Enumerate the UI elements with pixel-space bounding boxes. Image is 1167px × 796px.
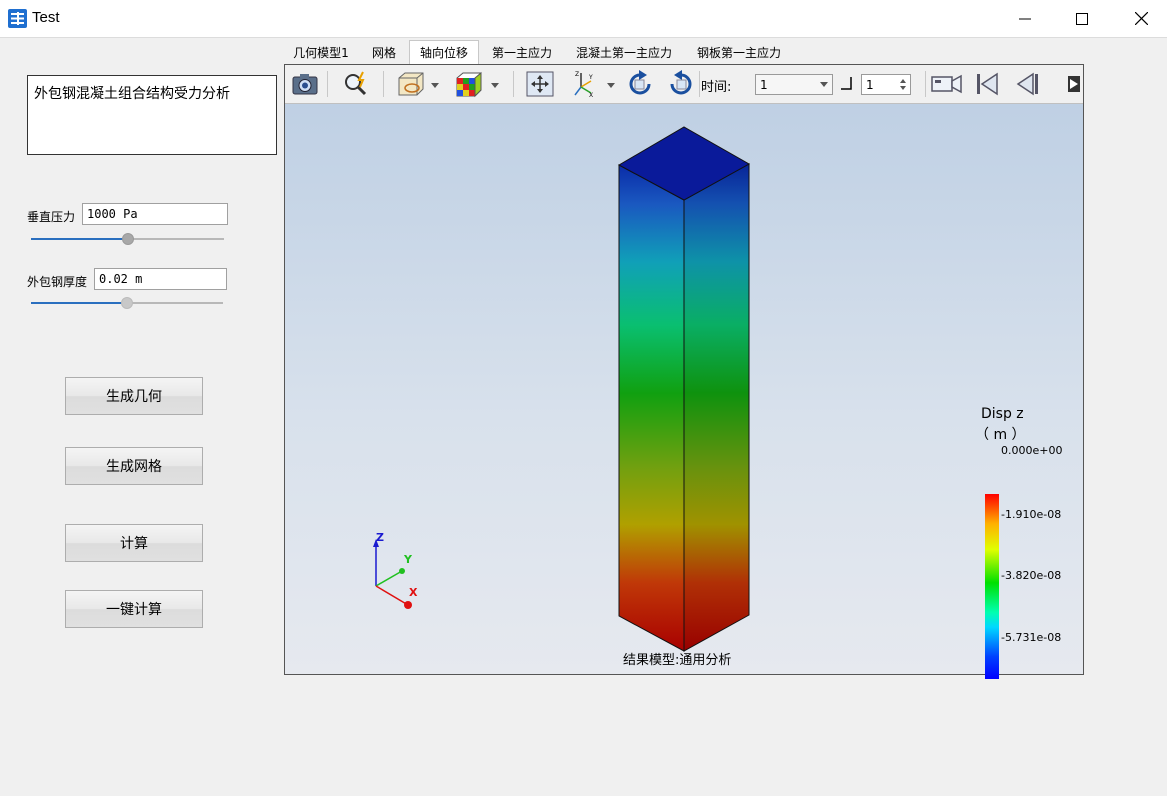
fit-view-icon[interactable] — [525, 69, 555, 99]
vertical-pressure-slider[interactable] — [31, 232, 224, 246]
slider-fill — [31, 238, 128, 240]
minimize-icon — [1019, 18, 1031, 19]
generate-mesh-button[interactable]: 生成网格 — [65, 447, 203, 485]
result-viewer: Z Y X 时间: 1 1 Z Y X Disp z （ m ） 0.000e+… — [284, 64, 1084, 679]
toolbar-separator — [327, 71, 328, 97]
rotate-ccw-icon[interactable] — [666, 69, 696, 99]
compute-button[interactable]: 计算 — [65, 524, 203, 562]
slider-fill — [31, 302, 127, 304]
toolbar-separator — [383, 71, 384, 97]
title-bar: Test — [0, 0, 1167, 38]
legend-title: Disp z — [981, 406, 1024, 422]
record-icon[interactable] — [931, 69, 963, 99]
maximize-icon — [1076, 12, 1088, 25]
color-cube-icon[interactable] — [453, 69, 503, 99]
tab-concrete-first-principal-stress[interactable]: 混凝土第一主应力 — [569, 40, 679, 64]
axes-icon[interactable]: Z Y X — [569, 69, 615, 99]
axis-y-label: Y — [404, 553, 412, 566]
spin-arrows-icon[interactable] — [899, 77, 907, 92]
svg-text:Y: Y — [588, 74, 593, 81]
first-frame-icon[interactable] — [973, 69, 1001, 99]
steel-thickness-slider[interactable] — [31, 296, 223, 310]
tab-axial-displacement[interactable]: 轴向位移 — [409, 40, 479, 64]
legend-unit: （ m ） — [975, 427, 1026, 443]
display-mode-icon[interactable] — [395, 69, 441, 99]
steel-thickness-input[interactable] — [94, 268, 227, 290]
tab-first-principal-stress[interactable]: 第一主应力 — [485, 40, 559, 64]
app-logo-icon — [8, 9, 27, 28]
viewer-toolbar: Z Y X 时间: 1 1 — [285, 65, 1083, 104]
close-button[interactable] — [1118, 0, 1164, 37]
3d-viewport[interactable]: Z Y X Disp z （ m ） 0.000e+00 -1.910e-08 … — [285, 104, 1083, 679]
time-select-value: 1 — [760, 78, 768, 92]
step-icon — [841, 77, 852, 90]
axis-z-label: Z — [376, 531, 384, 544]
step-value: 1 — [866, 78, 874, 92]
legend-tick-min: -5.731e-08 — [1001, 631, 1062, 644]
description-text: 外包钢混凝土组合结构受力分析 — [34, 86, 230, 102]
window-title: Test — [32, 9, 60, 26]
next-frame-icon[interactable] — [1067, 69, 1081, 99]
close-icon — [1134, 12, 1148, 25]
rotate-cw-icon[interactable] — [625, 69, 655, 99]
color-legend-bar — [985, 494, 999, 679]
one-click-compute-button[interactable]: 一键计算 — [65, 590, 203, 628]
legend-tick-max: 0.000e+00 — [1001, 444, 1063, 457]
zoom-icon[interactable] — [341, 69, 371, 99]
steel-thickness-label: 外包钢厚度 — [27, 275, 88, 289]
minimize-button[interactable] — [1002, 0, 1048, 37]
time-select[interactable]: 1 — [755, 74, 833, 95]
slider-handle[interactable] — [122, 233, 134, 245]
chevron-down-icon — [820, 82, 828, 87]
model-caption: 结果模型:通用分析 — [623, 653, 732, 668]
time-label: 时间: — [701, 80, 732, 95]
maximize-button[interactable] — [1059, 0, 1105, 37]
toolbar-separator — [925, 71, 926, 97]
legend-tick: -1.910e-08 — [1001, 508, 1062, 521]
slider-handle[interactable] — [121, 297, 133, 309]
svg-text:X: X — [589, 92, 593, 99]
toolbar-separator — [513, 71, 514, 97]
camera-icon[interactable] — [290, 69, 320, 99]
tab-steel-first-principal-stress[interactable]: 钢板第一主应力 — [684, 40, 794, 64]
axis-x-label: X — [409, 586, 418, 599]
toolbar-separator — [699, 71, 700, 97]
description-box[interactable]: 外包钢混凝土组合结构受力分析 — [27, 75, 277, 155]
vertical-pressure-label: 垂直压力 — [27, 210, 76, 224]
prev-frame-icon[interactable] — [1013, 69, 1041, 99]
svg-text:Z: Z — [575, 71, 579, 78]
generate-geometry-button[interactable]: 生成几何 — [65, 377, 203, 415]
vertical-pressure-input[interactable] — [82, 203, 228, 225]
tab-mesh[interactable]: 网格 — [364, 40, 404, 64]
tab-geometry-model[interactable]: 几何模型1 — [284, 40, 358, 64]
step-spinbox[interactable]: 1 — [861, 74, 911, 95]
legend-tick: -3.820e-08 — [1001, 569, 1062, 582]
